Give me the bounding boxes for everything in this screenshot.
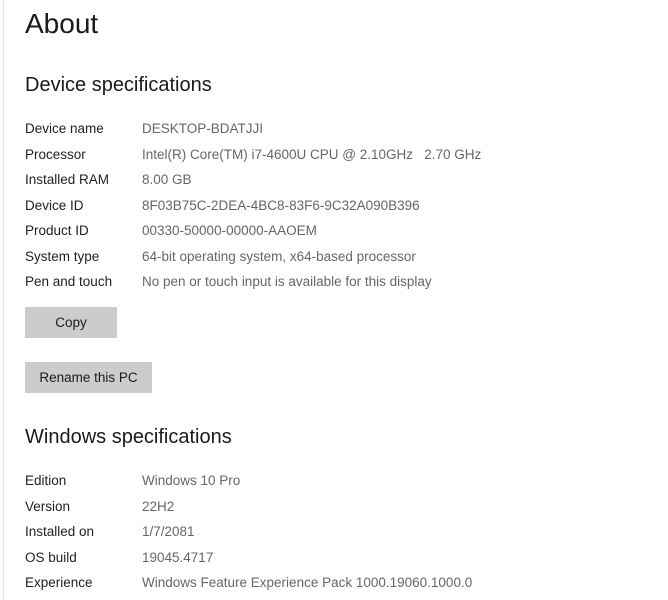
- device-specifications-heading: Device specifications: [25, 74, 212, 96]
- spec-row-processor: Processor Intel(R) Core(TM) i7-4600U CPU…: [25, 142, 481, 168]
- spec-label: Installed on: [25, 524, 95, 540]
- copy-button[interactable]: Copy: [25, 307, 117, 338]
- spec-row-installed-ram: Installed RAM 8.00 GB: [25, 167, 481, 193]
- spec-label: Device name: [25, 121, 104, 137]
- spec-row-product-id: Product ID 00330-50000-00000-AAOEM: [25, 218, 481, 244]
- spec-label: Pen and touch: [25, 274, 113, 290]
- windows-specs-list: Edition Windows 10 Pro Version 22H2 Inst…: [25, 468, 472, 596]
- spec-value: 1/7/2081: [142, 524, 195, 540]
- spec-label: Installed RAM: [25, 172, 110, 188]
- spec-row-version: Version 22H2: [25, 494, 472, 520]
- spec-label: Device ID: [25, 197, 84, 213]
- spec-label: System type: [25, 248, 100, 264]
- spec-value: 22H2: [142, 498, 175, 514]
- rename-pc-button[interactable]: Rename this PC: [25, 362, 152, 393]
- spec-label: Edition: [25, 473, 67, 489]
- spec-value: DESKTOP-BDATJJI: [142, 121, 264, 137]
- windows-specifications-heading: Windows specifications: [25, 426, 232, 448]
- spec-row-pen-and-touch: Pen and touch No pen or touch input is a…: [25, 269, 481, 295]
- spec-value: 00330-50000-00000-AAOEM: [142, 223, 317, 239]
- spec-row-experience: Experience Windows Feature Experience Pa…: [25, 570, 472, 596]
- device-specs-list: Device name DESKTOP-BDATJJI Processor In…: [25, 116, 481, 295]
- spec-value: Intel(R) Core(TM) i7-4600U CPU @ 2.10GHz…: [142, 146, 482, 162]
- spec-value: Windows Feature Experience Pack 1000.190…: [142, 575, 473, 591]
- spec-value: 8F03B75C-2DEA-4BC8-83F6-9C32A090B396: [142, 197, 420, 213]
- spec-value: 64-bit operating system, x64-based proce…: [142, 248, 416, 264]
- spec-row-installed-on: Installed on 1/7/2081: [25, 519, 472, 545]
- spec-row-device-id: Device ID 8F03B75C-2DEA-4BC8-83F6-9C32A0…: [25, 193, 481, 219]
- spec-label: Processor: [25, 146, 86, 162]
- left-border: [3, 0, 4, 600]
- spec-label: Experience: [25, 575, 93, 591]
- spec-row-os-build: OS build 19045.4717: [25, 545, 472, 571]
- spec-value: No pen or touch input is available for t…: [142, 274, 432, 290]
- spec-row-device-name: Device name DESKTOP-BDATJJI: [25, 116, 481, 142]
- spec-value: 8.00 GB: [142, 172, 192, 188]
- spec-label: OS build: [25, 549, 77, 565]
- spec-label: Version: [25, 498, 71, 514]
- page-title: About: [25, 8, 99, 39]
- spec-label: Product ID: [25, 223, 89, 239]
- spec-value: Windows 10 Pro: [142, 473, 241, 489]
- spec-row-system-type: System type 64-bit operating system, x64…: [25, 244, 481, 270]
- spec-row-edition: Edition Windows 10 Pro: [25, 468, 472, 494]
- spec-value: 19045.4717: [142, 549, 214, 565]
